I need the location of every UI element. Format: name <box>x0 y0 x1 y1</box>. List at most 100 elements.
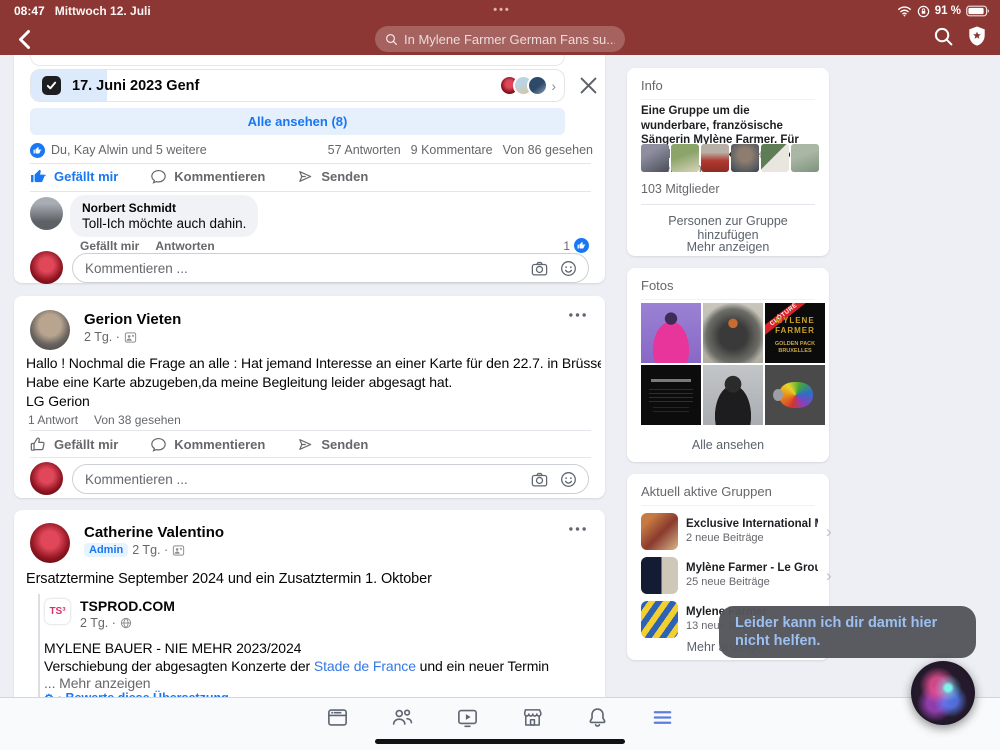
member-avatar[interactable] <box>671 144 699 172</box>
member-avatar-strip[interactable] <box>641 144 819 172</box>
comment-input[interactable] <box>85 261 520 276</box>
group-search-bar[interactable] <box>375 26 625 52</box>
my-avatar[interactable] <box>30 251 63 284</box>
post-time: 2 Tg. · <box>84 330 120 344</box>
comment-input-row[interactable] <box>72 464 589 494</box>
camera-icon[interactable] <box>530 259 549 278</box>
emoji-icon[interactable] <box>559 259 578 278</box>
post-menu-button[interactable] <box>564 522 591 536</box>
post-catherine: Catherine Valentino Admin 2 Tg. · Ersatz… <box>14 510 605 697</box>
comment-input[interactable] <box>85 472 520 487</box>
tab-news-feed[interactable] <box>326 706 349 729</box>
member-avatar[interactable] <box>791 144 819 172</box>
stade-de-france-link[interactable]: Stade de France <box>314 658 416 674</box>
shared-post-time: 2 Tg. · <box>80 616 116 630</box>
shared-post-title: MYLENE BAUER - NIE MEHR 2023/2024 <box>44 639 301 658</box>
group-new-posts: 25 neue Beiträge <box>686 576 818 588</box>
desc-text: Verschiebung der abgesagten Konzerte der <box>44 658 314 674</box>
like-button[interactable]: Gefällt mir <box>30 436 118 453</box>
siri-response-text: Leider kann ich dir damit hier nicht hel… <box>735 614 963 650</box>
chevron-right-icon: › <box>826 523 832 540</box>
tab-notifications[interactable] <box>586 706 609 729</box>
camera-icon[interactable] <box>530 470 549 489</box>
photo-thumbnail[interactable] <box>641 365 701 425</box>
replies-count[interactable]: 57 Antworten <box>328 143 401 157</box>
post-time: 2 Tg. · <box>132 543 168 557</box>
post-checklist-card: 17. Juni 2023 Genf › Alle ansehen (8) Du… <box>14 55 605 283</box>
divider <box>30 457 591 458</box>
comment-bubble: Norbert Schmidt Toll-Ich möchte auch dah… <box>70 195 258 237</box>
commenter-avatar[interactable] <box>30 197 63 230</box>
privacy-shield-button[interactable] <box>966 25 988 47</box>
comment-reply-link[interactable]: Antworten <box>155 239 214 253</box>
admin-badge: Admin <box>84 543 128 557</box>
comment-input-row[interactable] <box>72 253 589 283</box>
checklist-row[interactable]: 17. Juni 2023 Genf › <box>30 69 565 102</box>
shared-source-logo[interactable]: TS³ <box>44 598 71 625</box>
action-row: Gefällt mir Kommentieren Senden <box>30 433 368 455</box>
post-meta: Admin 2 Tg. · <box>84 543 185 557</box>
post-author-name[interactable]: Gerion Vieten <box>84 311 181 328</box>
tab-menu-active[interactable] <box>651 706 674 729</box>
member-avatar[interactable] <box>641 144 669 172</box>
group-list-item[interactable]: Exclusive International Mylèn... 2 neue … <box>641 510 819 552</box>
post-author-avatar[interactable] <box>30 310 70 350</box>
photos-see-all-button[interactable]: Alle ansehen <box>641 438 815 452</box>
group-list-item[interactable]: Mylène Farmer - Le Groupe 25 neue Beiträ… <box>641 554 819 596</box>
replies-count[interactable]: 1 Antwort <box>28 413 78 427</box>
search-input[interactable] <box>404 32 615 47</box>
search-button[interactable] <box>933 26 954 47</box>
like-button[interactable]: Gefällt mir <box>30 168 118 185</box>
checkbox-checked[interactable] <box>42 76 61 95</box>
chevron-right-icon: › <box>551 78 556 94</box>
info-show-more-button[interactable]: Mehr anzeigen <box>641 240 815 254</box>
close-button[interactable] <box>580 77 597 94</box>
like-badge-icon <box>574 238 589 253</box>
comment-like-count[interactable]: 1 <box>563 238 589 253</box>
group-name: Exclusive International Mylèn... <box>686 518 818 530</box>
siri-orb[interactable] <box>911 661 975 725</box>
shared-post-quote-bar <box>38 594 40 697</box>
photo-thumbnail[interactable] <box>703 303 763 363</box>
add-people-button[interactable]: Personen zur Gruppe hinzufügen <box>641 214 815 242</box>
send-button[interactable]: Senden <box>297 168 368 185</box>
post-author-avatar[interactable] <box>30 523 70 563</box>
member-avatar[interactable] <box>701 144 729 172</box>
desc-text: und ein neuer Termin <box>416 658 549 674</box>
photos-card-title: Fotos <box>641 278 815 300</box>
liked-by-text[interactable]: Du, Kay Alwin und 5 weitere <box>51 143 207 157</box>
my-avatar[interactable] <box>30 462 63 495</box>
see-all-button[interactable]: Alle ansehen (8) <box>30 108 565 135</box>
post-meta: 2 Tg. · <box>84 330 137 344</box>
comments-count[interactable]: 9 Kommentare <box>411 143 493 157</box>
tab-watch[interactable] <box>456 706 479 729</box>
post-menu-button[interactable] <box>564 308 591 322</box>
send-button[interactable]: Senden <box>297 436 368 453</box>
comment-actions: Gefällt mir Antworten <box>80 239 215 253</box>
photo-thumbnail[interactable] <box>641 303 701 363</box>
comment-like-link[interactable]: Gefällt mir <box>80 239 139 253</box>
app-nav-bar <box>0 22 1000 55</box>
post-author-name[interactable]: Catherine Valentino <box>84 524 224 541</box>
comment-button[interactable]: Kommentieren <box>150 436 265 453</box>
member-avatar[interactable] <box>761 144 789 172</box>
group-thumbnail <box>641 557 678 594</box>
tab-marketplace[interactable] <box>521 706 544 729</box>
tab-friends[interactable] <box>391 706 414 729</box>
divider <box>641 204 815 205</box>
shared-source-meta: 2 Tg. · <box>80 616 132 630</box>
back-button[interactable] <box>10 25 38 53</box>
participant-avatar-3[interactable] <box>527 75 548 96</box>
send-label: Senden <box>321 169 368 184</box>
like-badge-icon <box>30 143 45 158</box>
emoji-icon[interactable] <box>559 470 578 489</box>
photo-thumbnail-golden-pack[interactable]: CLÔTURÉ MYLENE FARMER GOLDEN PACK BRUXEL… <box>765 303 825 363</box>
member-avatar[interactable] <box>731 144 759 172</box>
home-indicator[interactable] <box>375 739 625 744</box>
shared-source-name[interactable]: TSPROD.COM <box>80 598 175 614</box>
comment-button[interactable]: Kommentieren <box>150 168 265 185</box>
cover-text: GOLDEN PACK <box>765 341 825 347</box>
photo-thumbnail-stadium-map[interactable] <box>765 365 825 425</box>
comment-author[interactable]: Norbert Schmidt <box>82 201 246 215</box>
photo-thumbnail[interactable] <box>703 365 763 425</box>
